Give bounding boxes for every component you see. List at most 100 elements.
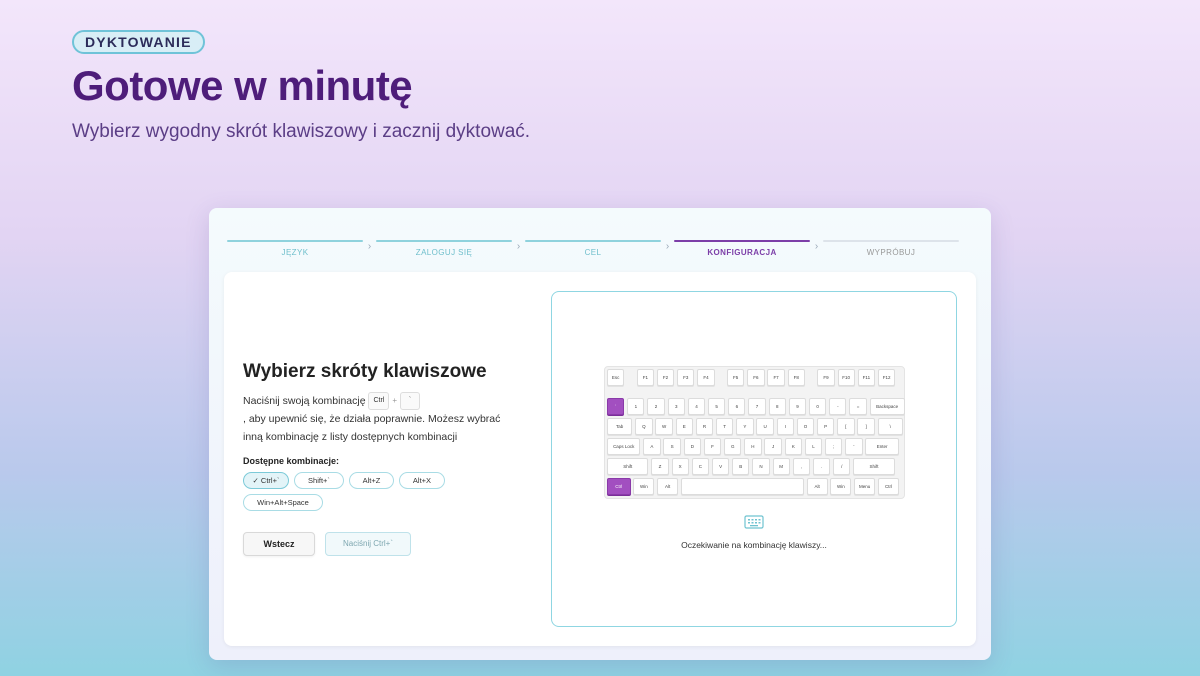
keyboard-key: F3 bbox=[677, 369, 695, 386]
keyboard-key: E bbox=[675, 418, 693, 435]
keyboard-key: M bbox=[772, 458, 790, 475]
keyboard-key: J bbox=[764, 438, 782, 455]
keyboard-key: 0 bbox=[809, 398, 827, 415]
keyboard-key: F bbox=[703, 438, 722, 455]
keyboard-key: Enter bbox=[865, 438, 899, 455]
hero-subtitle: Wybierz wygodny skrót klawiszowy i zaczn… bbox=[72, 121, 531, 142]
keyboard-key: ` bbox=[607, 398, 625, 415]
keyboard-key: F2 bbox=[656, 369, 675, 386]
configuration-card: Wybierz skróty klawiszowe Naciśnij swoją… bbox=[224, 272, 976, 646]
keyboard-key: Ctrl bbox=[878, 478, 899, 495]
keyboard-key: 1 bbox=[627, 398, 645, 415]
keyboard-key: Y bbox=[736, 418, 754, 435]
keyboard-key: [ bbox=[837, 418, 855, 435]
chip-alt-z[interactable]: Alt+Z bbox=[349, 472, 394, 489]
step-login[interactable]: ZALOGUJ SIĘ bbox=[376, 240, 512, 257]
chevron-right-icon: › bbox=[665, 241, 670, 252]
chip-alt-x[interactable]: Alt+X bbox=[399, 472, 445, 489]
keyboard-key: W bbox=[655, 418, 673, 435]
hero-title: Gotowe w minutę bbox=[72, 62, 413, 109]
keyboard-key: Tab bbox=[607, 418, 633, 435]
keyboard-key: F11 bbox=[857, 369, 876, 386]
step-goal[interactable]: CEL bbox=[525, 240, 661, 257]
keyboard-key: Caps Lock bbox=[607, 438, 641, 455]
keyboard-key: ] bbox=[857, 418, 875, 435]
keyboard-key: Z bbox=[651, 458, 669, 475]
waiting-status: Oczekiwanie na kombinację klawiszy... bbox=[681, 540, 827, 550]
chevron-right-icon: › bbox=[367, 241, 372, 252]
keyboard-key: , bbox=[792, 458, 811, 475]
app-window: JĘZYK › ZALOGUJ SIĘ › CEL › KONFIGURACJA… bbox=[209, 208, 991, 660]
keyboard-key: . bbox=[812, 458, 831, 475]
keyboard-key: F9 bbox=[817, 369, 835, 386]
keyboard-key: I bbox=[776, 418, 794, 435]
keyboard-key bbox=[681, 478, 804, 495]
keyboard-key: L bbox=[804, 438, 823, 455]
check-icon: ✓ bbox=[252, 476, 259, 485]
keyboard-key: F4 bbox=[697, 369, 715, 386]
keyboard-key: C bbox=[691, 458, 710, 475]
wizard-stepper: JĘZYK › ZALOGUJ SIĘ › CEL › KONFIGURACJA… bbox=[227, 240, 973, 260]
step-configuration[interactable]: KONFIGURACJA bbox=[674, 240, 810, 257]
keyboard-key: R bbox=[695, 418, 714, 435]
keyboard-key: = bbox=[849, 398, 867, 415]
section-title: Wybierz skróty klawiszowe bbox=[243, 361, 487, 382]
keyboard-key: P bbox=[817, 418, 835, 435]
instruction-text: Naciśnij swoją kombinację Ctrl + ` , aby u… bbox=[243, 392, 518, 446]
keyboard-key: F7 bbox=[767, 369, 785, 386]
keyboard-key: S bbox=[663, 438, 681, 455]
keyboard-key: F10 bbox=[837, 369, 855, 386]
virtual-keyboard: Esc F1 F2 F3 F4 F5 F6 F7 F8 F9 F10 F11 F12 ` 1 2 3 4 5 6 7 8 9… bbox=[604, 366, 905, 499]
chip-ctrl-backtick[interactable]: ✓ Ctrl+` bbox=[243, 472, 289, 489]
keyboard-key: U bbox=[756, 418, 774, 435]
category-badge: DYKTOWANIE bbox=[72, 30, 205, 54]
keyboard-key: 8 bbox=[768, 398, 786, 415]
keyboard-key: F1 bbox=[636, 369, 654, 386]
step-language[interactable]: JĘZYK bbox=[227, 240, 363, 257]
keyboard-key: N bbox=[752, 458, 770, 475]
press-shortcut-button[interactable]: Naciśnij Ctrl+` bbox=[325, 532, 411, 556]
keyboard-key: Alt bbox=[806, 478, 828, 495]
keyboard-key: H bbox=[744, 438, 762, 455]
keyboard-key: Win bbox=[830, 478, 852, 495]
keyboard-key: / bbox=[833, 458, 851, 475]
keyboard-key: ' bbox=[845, 438, 863, 455]
chevron-right-icon: › bbox=[516, 241, 521, 252]
keyboard-key: F6 bbox=[747, 369, 765, 386]
keyboard-key: F5 bbox=[727, 369, 745, 386]
key-ctrl: Ctrl bbox=[368, 392, 390, 411]
keyboard-key: Shift bbox=[607, 458, 649, 475]
step-try[interactable]: WYPRÓBUJ bbox=[823, 240, 959, 257]
keyboard-key: 5 bbox=[708, 398, 726, 415]
keyboard-key: D bbox=[683, 438, 701, 455]
keyboard-key: 2 bbox=[647, 398, 665, 415]
keyboard-key: Shift bbox=[853, 458, 895, 475]
keyboard-key: X bbox=[671, 458, 689, 475]
keyboard-key: F8 bbox=[787, 369, 805, 386]
keyboard-key: 7 bbox=[748, 398, 766, 415]
keyboard-key: Alt bbox=[657, 478, 679, 495]
keyboard-key: 9 bbox=[788, 398, 807, 415]
keyboard-key: Menu bbox=[854, 478, 876, 495]
key-backtick: ` bbox=[400, 392, 421, 411]
keyboard-key: V bbox=[711, 458, 730, 475]
keyboard-icon bbox=[744, 515, 764, 529]
keyboard-key: K bbox=[784, 438, 802, 455]
keyboard-key: B bbox=[732, 458, 750, 475]
keyboard-key: 3 bbox=[667, 398, 685, 415]
available-combinations-label: Dostępne kombinacje: bbox=[243, 456, 340, 466]
keyboard-key: ; bbox=[825, 438, 843, 455]
back-button[interactable]: Wstecz bbox=[243, 532, 315, 556]
keyboard-preview-panel: Esc F1 F2 F3 F4 F5 F6 F7 F8 F9 F10 F11 F12 ` 1 2 3 4 5 6 7 8 9… bbox=[551, 291, 957, 627]
chip-shift-backtick[interactable]: Shift+` bbox=[294, 472, 344, 489]
keyboard-key: Esc bbox=[607, 369, 625, 386]
keyboard-key: A bbox=[643, 438, 661, 455]
chip-win-alt-space[interactable]: Win+Alt+Space bbox=[243, 494, 323, 511]
keyboard-key: Win bbox=[633, 478, 655, 495]
keyboard-key: O bbox=[796, 418, 815, 435]
keyboard-key: 6 bbox=[728, 398, 746, 415]
keyboard-key: Q bbox=[635, 418, 653, 435]
keyboard-key: Ctrl bbox=[607, 478, 631, 495]
keyboard-key: Backspace bbox=[869, 398, 905, 415]
keyboard-key: G bbox=[724, 438, 742, 455]
